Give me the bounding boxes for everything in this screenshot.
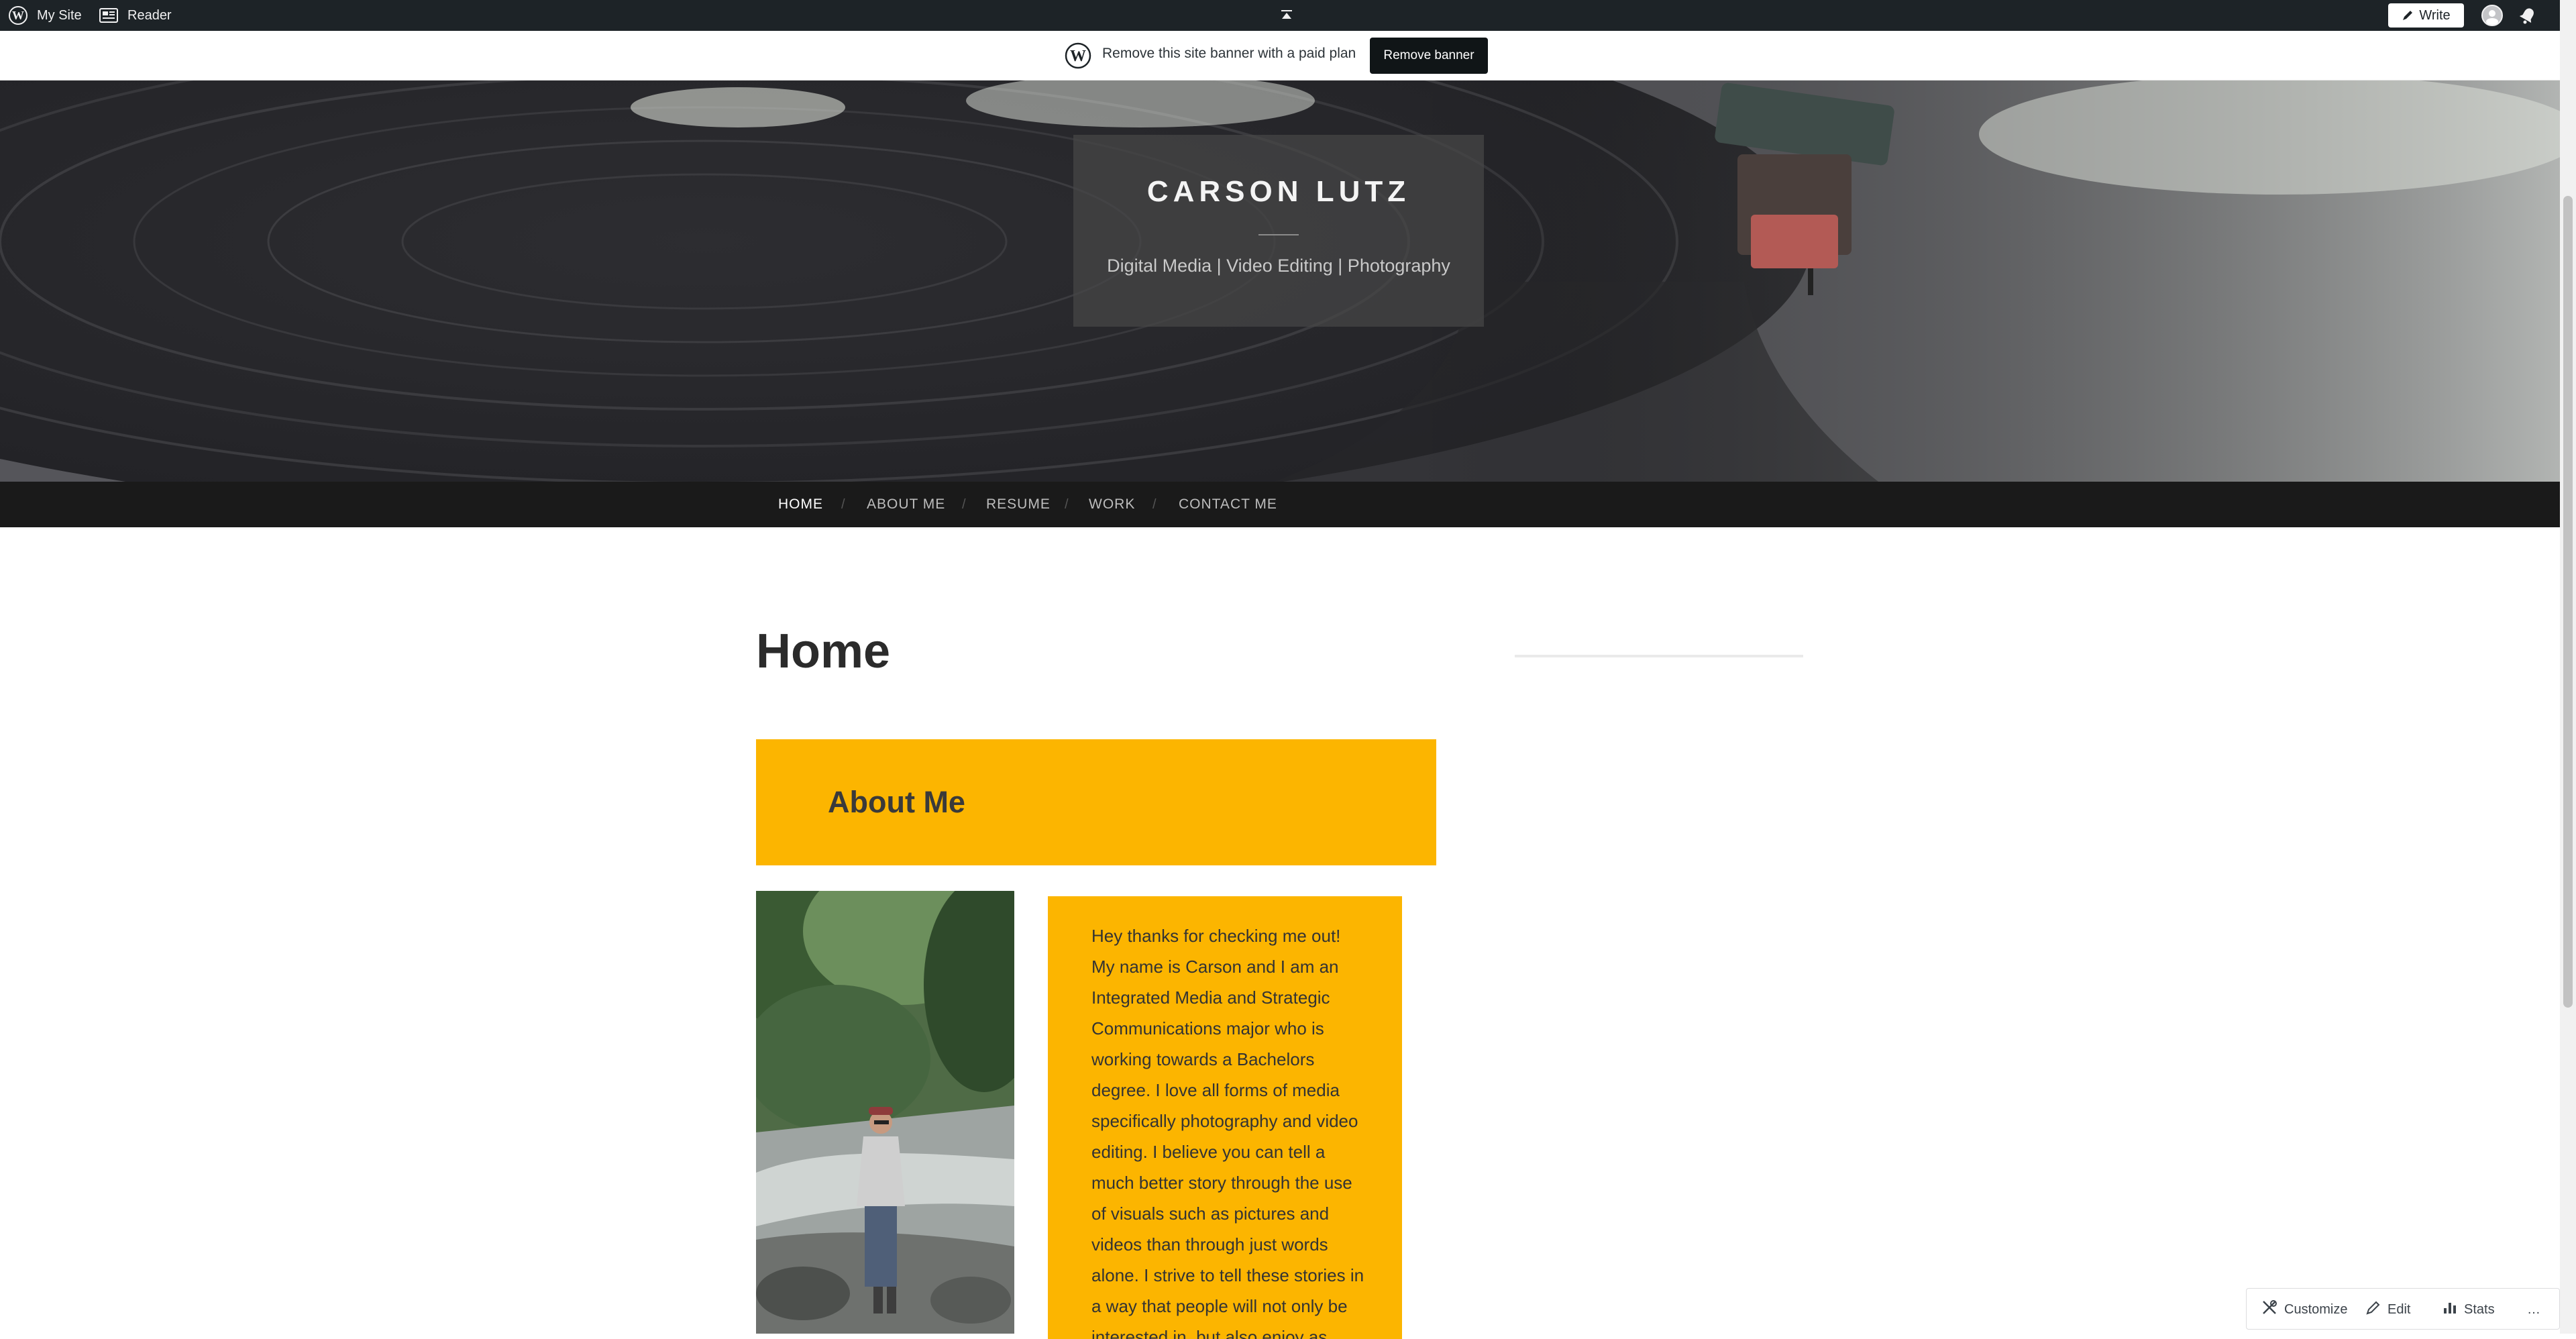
nav-item-about-me[interactable]: ABOUT ME bbox=[867, 482, 945, 527]
primary-nav: HOME / ABOUT ME / RESUME / WORK / CONTAC… bbox=[0, 482, 2560, 527]
bio-text: Hey thanks for checking me out! My name … bbox=[1091, 926, 1364, 1339]
stats-label: Stats bbox=[2464, 1301, 2495, 1317]
reader-label: Reader bbox=[127, 7, 172, 23]
site-branding: CARSON LUTZ Digital Media | Video Editin… bbox=[1073, 135, 1484, 327]
scrollbar[interactable] bbox=[2560, 0, 2576, 1334]
write-label: Write bbox=[2419, 7, 2451, 23]
site-banner: W Remove this site banner with a paid pl… bbox=[0, 31, 2560, 81]
nav-separator: / bbox=[841, 496, 845, 512]
customize-tools-icon bbox=[2261, 1299, 2277, 1320]
user-avatar-button[interactable] bbox=[2481, 0, 2504, 31]
bell-icon bbox=[2518, 6, 2537, 25]
reader-button[interactable]: Reader bbox=[99, 0, 172, 31]
wordpress-logo-icon: W bbox=[1065, 42, 1091, 72]
notifications-button[interactable] bbox=[2518, 0, 2541, 31]
edit-label: Edit bbox=[2387, 1301, 2411, 1317]
more-actions-button[interactable]: … bbox=[2527, 1289, 2540, 1330]
about-heading-block: About Me bbox=[756, 739, 1436, 865]
svg-text:W: W bbox=[1070, 48, 1086, 65]
bio-box: Hey thanks for checking me out! My name … bbox=[1048, 896, 1402, 1339]
admin-bar: W My Site Reader Write bbox=[0, 0, 2560, 31]
title-divider bbox=[1258, 234, 1299, 235]
nav-separator: / bbox=[962, 496, 966, 512]
site-description: Digital Media | Video Editing | Photogra… bbox=[1107, 256, 1450, 276]
nav-item-home[interactable]: HOME bbox=[778, 482, 823, 527]
pencil-icon bbox=[2366, 1300, 2381, 1319]
svg-text:W: W bbox=[12, 9, 24, 22]
write-button[interactable]: Write bbox=[2388, 3, 2464, 28]
nav-separator: / bbox=[1065, 496, 1069, 512]
profile-photo bbox=[756, 891, 1014, 1334]
nav-item-work[interactable]: WORK bbox=[1089, 482, 1135, 527]
collapse-up-icon bbox=[1280, 9, 1293, 22]
my-site-button[interactable]: W My Site bbox=[8, 0, 82, 31]
header-image: CARSON LUTZ Digital Media | Video Editin… bbox=[0, 81, 2560, 482]
stats-button[interactable]: Stats bbox=[2443, 1289, 2495, 1330]
my-site-label: My Site bbox=[37, 7, 82, 23]
page-title: Home bbox=[756, 625, 891, 678]
waterfall-portrait-image bbox=[756, 891, 1014, 1334]
admin-actions-bar: Customize Edit Stats … bbox=[2246, 1288, 2560, 1330]
scrollbar-thumb[interactable] bbox=[2563, 196, 2573, 1008]
wordpress-logo-icon: W bbox=[8, 5, 28, 25]
site-title[interactable]: CARSON LUTZ bbox=[1073, 175, 1484, 209]
remove-banner-button[interactable]: Remove banner bbox=[1370, 38, 1488, 74]
pencil-icon bbox=[2402, 9, 2414, 21]
collapse-button[interactable] bbox=[1279, 0, 1295, 31]
user-avatar-icon bbox=[2481, 5, 2503, 26]
nav-separator: / bbox=[1152, 496, 1157, 512]
sidebar-divider bbox=[1515, 655, 1803, 657]
reader-icon bbox=[99, 7, 118, 23]
nav-item-contact-me[interactable]: CONTACT ME bbox=[1179, 482, 1277, 527]
nav-item-resume[interactable]: RESUME bbox=[986, 482, 1051, 527]
banner-message: Remove this site banner with a paid plan bbox=[1102, 46, 1356, 61]
edit-button[interactable]: Edit bbox=[2366, 1289, 2410, 1330]
about-heading: About Me bbox=[828, 785, 965, 819]
customize-button[interactable]: Customize bbox=[2261, 1289, 2347, 1330]
customize-label: Customize bbox=[2284, 1301, 2348, 1317]
bar-chart-icon bbox=[2443, 1300, 2457, 1319]
